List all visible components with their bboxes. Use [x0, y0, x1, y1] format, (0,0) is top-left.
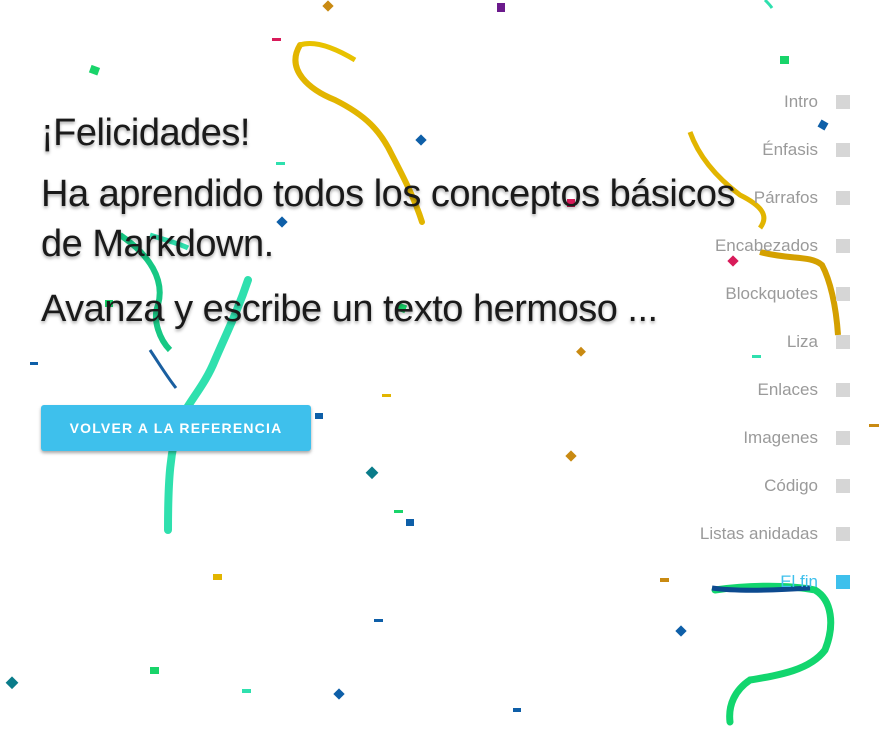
nav-square-icon	[836, 143, 850, 157]
page-title: ¡Felicidades!	[41, 112, 250, 154]
nav-item-enlaces[interactable]: Enlaces	[700, 366, 850, 414]
confetti-piece	[322, 0, 334, 12]
nav-item-label: El fin	[780, 572, 818, 591]
confetti-piece	[272, 38, 281, 41]
nav-item-label: Énfasis	[762, 140, 818, 159]
nav-square-icon	[836, 95, 850, 109]
confetti-streamer	[763, 0, 774, 9]
confetti-piece	[497, 3, 505, 12]
nav-item-label: Código	[764, 476, 818, 495]
nav-item-liza[interactable]: Liza	[700, 318, 850, 366]
nav-item-label: Párrafos	[753, 188, 818, 207]
confetti-piece	[394, 510, 403, 513]
nav-item-blockquotes[interactable]: Blockquotes	[700, 270, 850, 318]
nav-item-intro[interactable]: Intro	[700, 78, 850, 126]
confetti-piece	[565, 450, 577, 462]
page-subtitle: Ha aprendido todos los conceptos básicos…	[41, 173, 736, 265]
confetti-piece	[869, 424, 879, 427]
confetti-streamer	[299, 41, 357, 63]
confetti-piece	[150, 667, 159, 674]
nav-square-icon	[836, 335, 850, 349]
nav-square-icon	[836, 287, 850, 301]
confetti-piece	[382, 394, 391, 397]
confetti-piece	[333, 688, 345, 700]
confetti-streamer	[148, 349, 178, 389]
confetti-piece	[406, 519, 414, 526]
nav-item-label: Liza	[786, 332, 818, 351]
confetti-piece	[88, 64, 101, 76]
nav-square-icon	[836, 527, 850, 541]
nav-item-label: Enlaces	[757, 380, 818, 399]
nav-square-icon	[836, 383, 850, 397]
back-to-reference-button[interactable]: VOLVER A LA REFERENCIA	[41, 405, 311, 451]
confetti-piece	[213, 574, 222, 580]
nav-square-icon	[836, 431, 850, 445]
nav-square-icon	[836, 239, 850, 253]
confetti-piece	[576, 346, 586, 357]
nav-item-label: Blockquotes	[725, 284, 818, 303]
nav-item-el-fin[interactable]: El fin	[700, 558, 850, 606]
page-tagline: Avanza y escribe un texto hermoso ...	[41, 288, 658, 330]
confetti-piece	[315, 413, 323, 419]
confetti-piece	[5, 676, 19, 690]
confetti-piece	[374, 619, 383, 622]
confetti-piece	[675, 625, 687, 637]
nav-square-icon	[836, 479, 850, 493]
section-nav: Intro Énfasis Párrafos Encabezados Block…	[700, 78, 850, 606]
nav-item-imagenes[interactable]: Imagenes	[700, 414, 850, 462]
confetti-piece	[780, 56, 789, 64]
nav-item-enfasis[interactable]: Énfasis	[700, 126, 850, 174]
nav-square-icon	[836, 575, 850, 589]
nav-item-label: Encabezados	[714, 236, 818, 255]
confetti-piece	[513, 708, 521, 712]
confetti-piece	[242, 689, 251, 693]
confetti-piece	[30, 362, 38, 365]
confetti-piece	[365, 466, 379, 480]
nav-item-label: Listas anidadas	[699, 524, 818, 543]
nav-item-encabezados[interactable]: Encabezados	[700, 222, 850, 270]
nav-item-parrafos[interactable]: Párrafos	[700, 174, 850, 222]
nav-square-icon	[836, 191, 850, 205]
nav-item-label: Imagenes	[743, 428, 818, 447]
nav-item-codigo[interactable]: Código	[700, 462, 850, 510]
confetti-streamer	[711, 582, 835, 726]
confetti-piece	[660, 578, 669, 582]
nav-item-label: Intro	[783, 92, 818, 111]
main-content: ¡Felicidades! Ha aprendido todos los con…	[41, 112, 781, 451]
nav-item-listas-anidadas[interactable]: Listas anidadas	[700, 510, 850, 558]
